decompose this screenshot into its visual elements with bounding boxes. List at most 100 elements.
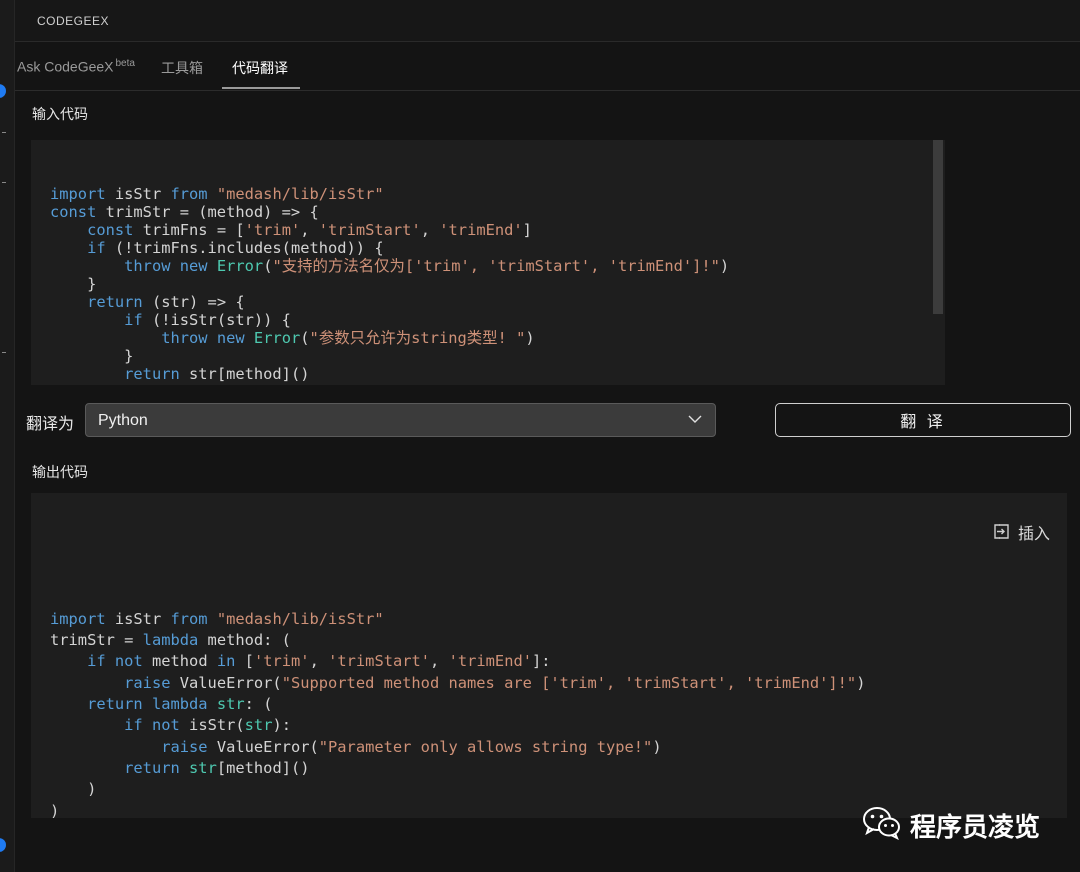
- code-token: const: [50, 203, 97, 221]
- code-token: ValueError(: [170, 673, 282, 692]
- code-token: : (: [244, 695, 273, 714]
- activity-indicator-top[interactable]: [0, 84, 6, 98]
- code-token: ]: [522, 221, 532, 239]
- code-token: ): [50, 780, 97, 799]
- code-token: }: [50, 275, 97, 293]
- code-token: throw: [161, 329, 208, 347]
- code-token: from: [170, 185, 208, 203]
- code-token: trimStr =: [50, 631, 143, 650]
- input-scrollbar[interactable]: [933, 140, 943, 314]
- active-tab-indicator: [222, 87, 300, 89]
- code-token: str: [216, 695, 245, 714]
- activity-tick: [2, 132, 6, 133]
- code-token: (!isStr(str)) {: [142, 311, 291, 329]
- code-token: ,: [420, 221, 440, 239]
- target-language-select[interactable]: Python: [85, 403, 716, 437]
- window-title: CODEGEEX: [37, 14, 110, 28]
- code-line: }: [50, 347, 945, 365]
- code-token: in: [216, 652, 236, 671]
- code-token: "参数只允许为string类型! ": [309, 329, 526, 347]
- code-line: raise ValueError("Supported method names…: [50, 673, 1067, 694]
- code-token: [: [235, 652, 254, 671]
- output-code-content: import isStr from "medash/lib/isStr" trim…: [50, 609, 1067, 818]
- code-token: ): [525, 329, 535, 347]
- watermark: 程序员凌览: [862, 806, 1040, 845]
- code-token: isStr: [105, 185, 171, 203]
- code-token: (!trimFns.includes(method)) {: [105, 239, 384, 257]
- code-line: ): [50, 779, 1067, 800]
- tab-toolbox[interactable]: 工具箱: [161, 58, 203, 78]
- code-token: import: [50, 609, 106, 628]
- code-token: str: [244, 716, 273, 735]
- input-code-editor[interactable]: import isStr from "medash/lib/isStr" cons…: [31, 140, 945, 385]
- code-line: }: [50, 275, 945, 293]
- code-token: (str) => {: [142, 293, 245, 311]
- code-token: if: [87, 239, 106, 257]
- code-token: method: [142, 652, 217, 671]
- code-token: return: [124, 365, 180, 383]
- code-token: raise: [124, 673, 171, 692]
- code-line: const trimFns = ['trim', 'trimStart', 't…: [50, 221, 945, 239]
- title-bar: CODEGEEX: [15, 0, 1080, 42]
- code-token: ValueError(: [207, 737, 319, 756]
- code-line: import isStr from "medash/lib/isStr": [50, 609, 1067, 630]
- code-token: Error: [253, 329, 301, 347]
- code-token: new: [179, 257, 208, 275]
- code-token: isStr(: [179, 716, 245, 735]
- code-line: import isStr from "medash/lib/isStr": [50, 185, 945, 203]
- code-token: from: [170, 609, 208, 628]
- tab-code-translate[interactable]: 代码翻译: [232, 58, 288, 78]
- code-token: return: [124, 758, 180, 777]
- code-token: ,: [300, 221, 319, 239]
- chevron-down-icon: [687, 411, 703, 432]
- code-token: Error: [216, 257, 264, 275]
- code-token: if: [87, 652, 106, 671]
- activity-tick: [2, 352, 6, 353]
- code-token: not: [151, 716, 180, 735]
- code-token: 'trimEnd': [439, 221, 523, 239]
- code-token: new: [216, 329, 245, 347]
- code-token: isStr: [105, 609, 171, 628]
- code-token: "支持的方法名仅为['trim', 'trimStart', 'trimEnd'…: [272, 257, 720, 275]
- code-token: "Supported method names are ['trim', 'tr…: [281, 673, 857, 692]
- watermark-text: 程序员凌览: [910, 812, 1041, 842]
- code-token: "medash/lib/isStr": [216, 185, 384, 203]
- code-token: import: [50, 185, 106, 203]
- code-token: trimStr = (method) => {: [96, 203, 319, 221]
- activity-tick: [2, 182, 6, 183]
- code-token: str: [189, 758, 217, 777]
- code-token: "medash/lib/isStr": [216, 609, 384, 628]
- insert-button[interactable]: 插入: [966, 503, 1050, 566]
- code-line: if (!trimFns.includes(method)) {: [50, 239, 945, 257]
- code-token: ):: [272, 716, 292, 735]
- code-line: if not isStr(str):: [50, 715, 1067, 736]
- activity-indicator-bottom[interactable]: [0, 838, 6, 852]
- tab-label: 工具箱: [161, 60, 203, 76]
- code-line: }: [50, 383, 945, 385]
- code-token: raise: [161, 737, 208, 756]
- code-token: const: [87, 221, 134, 239]
- output-code-view: 插入 import isStr from "medash/lib/isStr" t…: [31, 493, 1067, 818]
- code-token: throw: [124, 257, 171, 275]
- insert-icon: [966, 503, 1010, 566]
- translate-button[interactable]: 翻 译: [775, 403, 1071, 437]
- tab-ask-codegeex[interactable]: Ask CodeGeeX beta: [17, 58, 135, 75]
- code-token: ,: [309, 652, 329, 671]
- code-token: 'trim': [244, 221, 301, 239]
- code-token: lambda: [151, 695, 208, 714]
- code-token: method: (: [198, 631, 291, 650]
- code-token: 'trimStart': [318, 221, 421, 239]
